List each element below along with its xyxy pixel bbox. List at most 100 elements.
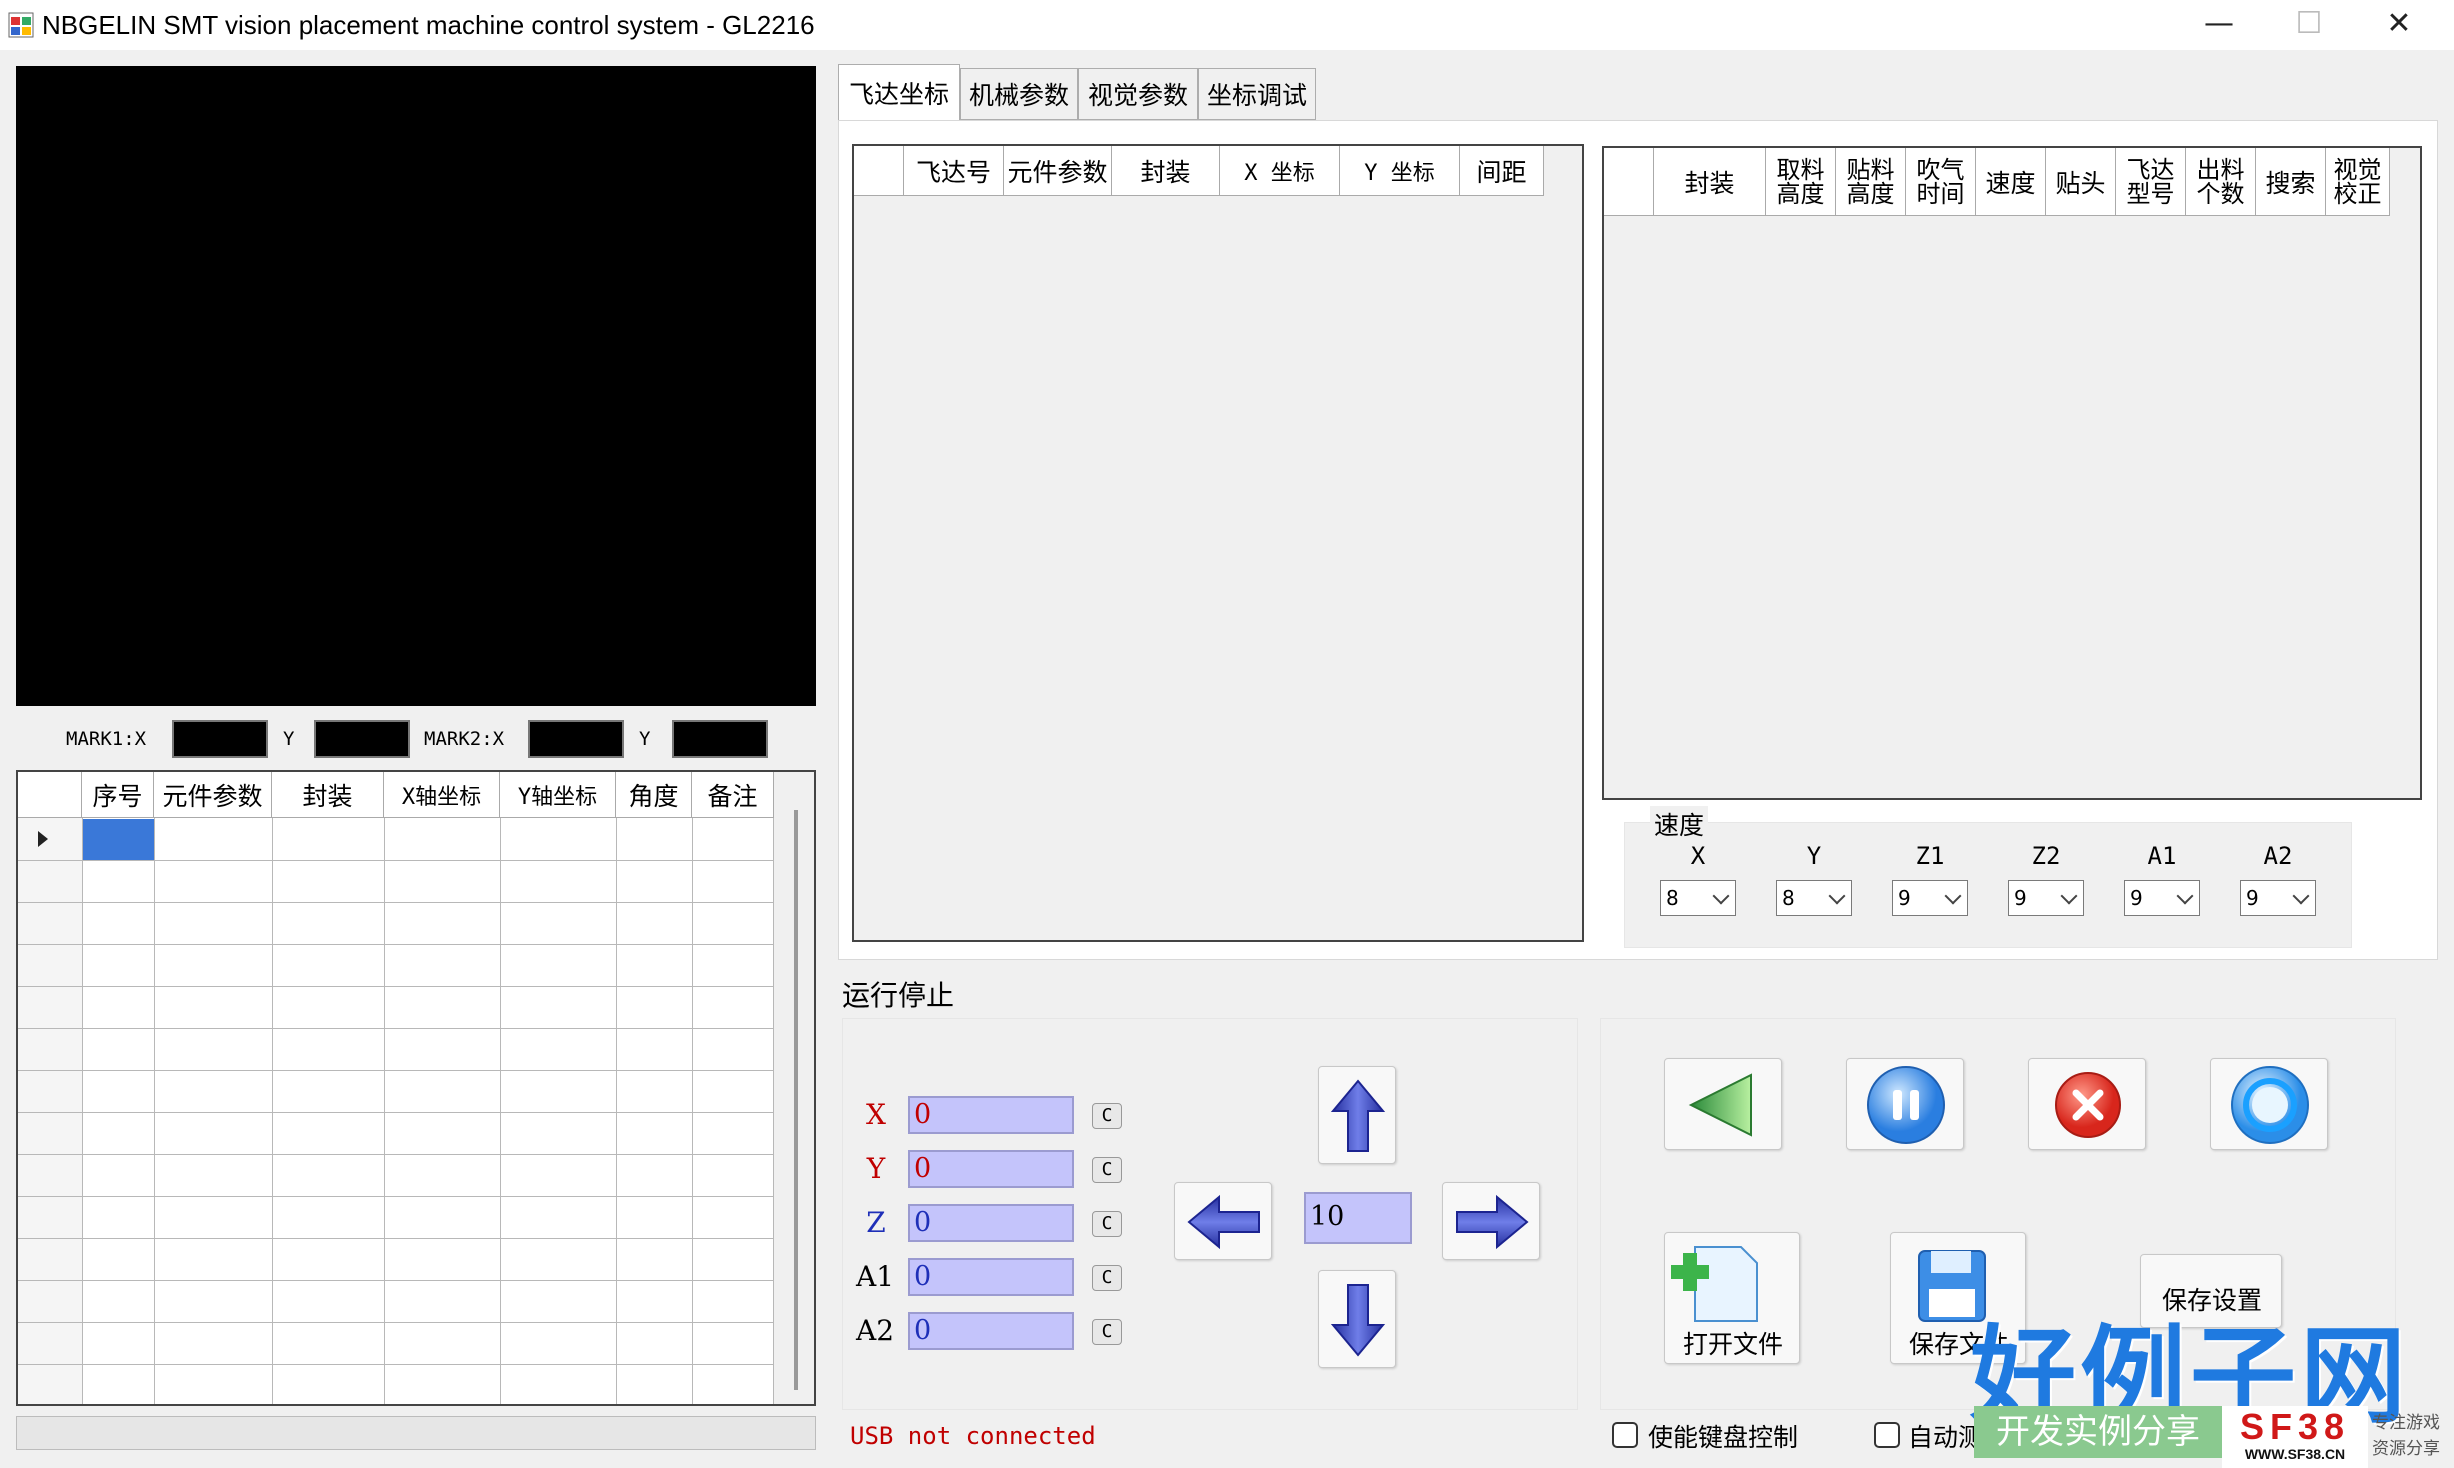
column-header[interactable]: Y 坐标 bbox=[1340, 146, 1460, 196]
jog-right-button[interactable] bbox=[1442, 1182, 1540, 1260]
clear-a1-button[interactable]: C bbox=[1092, 1265, 1122, 1291]
param-table-header: 封装 取料 高度 贴料 高度 吹气 时间 速度 贴头 飞达 型号 出料 个数 搜… bbox=[1604, 148, 2390, 216]
column-header[interactable]: 视觉 校正 bbox=[2326, 148, 2390, 216]
column-header[interactable]: 取料 高度 bbox=[1766, 148, 1836, 216]
home-button[interactable] bbox=[2210, 1058, 2328, 1150]
auto-checkbox[interactable] bbox=[1874, 1422, 1900, 1448]
camera-view bbox=[16, 66, 816, 706]
minimize-button[interactable]: — bbox=[2184, 0, 2254, 50]
column-header[interactable]: 出料 个数 bbox=[2186, 148, 2256, 216]
speed-z1-select[interactable]: 9 bbox=[1892, 880, 1968, 916]
column-header[interactable]: 飞达号 bbox=[904, 146, 1004, 196]
tab-vision-params[interactable]: 视觉参数 bbox=[1078, 68, 1198, 120]
speed-x-value: 8 bbox=[1666, 886, 1679, 910]
watermark-side2: 资源分享 bbox=[2372, 1439, 2440, 1459]
column-header[interactable]: 序号 bbox=[82, 772, 154, 818]
watermark-sub: 开发实例分享 bbox=[1974, 1406, 2222, 1458]
tab-coordinate-debug[interactable]: 坐标调试 bbox=[1198, 68, 1316, 120]
arrow-down-icon bbox=[1330, 1284, 1386, 1357]
jog-left-button[interactable] bbox=[1174, 1182, 1272, 1260]
column-header[interactable]: 搜索 bbox=[2256, 148, 2326, 216]
speed-a2-value: 9 bbox=[2246, 886, 2259, 910]
column-header[interactable]: 封装 bbox=[1112, 146, 1220, 196]
speed-a2-select[interactable]: 9 bbox=[2240, 880, 2316, 916]
column-header[interactable]: X轴坐标 bbox=[384, 772, 500, 818]
open-file-button[interactable]: 打开文件 bbox=[1664, 1232, 1800, 1364]
vertical-scrollbar[interactable] bbox=[794, 810, 798, 1390]
column-header[interactable]: Y轴坐标 bbox=[500, 772, 616, 818]
clear-z-button[interactable]: C bbox=[1092, 1211, 1122, 1237]
stop-button[interactable] bbox=[2028, 1058, 2146, 1150]
column-header[interactable]: 备注 bbox=[692, 772, 774, 818]
mark2-y-field[interactable] bbox=[672, 720, 768, 758]
axis-a2-input[interactable]: 0 bbox=[908, 1312, 1074, 1350]
clear-a2-button[interactable]: C bbox=[1092, 1319, 1122, 1345]
axis-x-label: X bbox=[866, 1098, 886, 1131]
column-header[interactable]: 飞达 型号 bbox=[2116, 148, 2186, 216]
mark1-x-label: MARK1:X bbox=[66, 728, 147, 750]
row-header-corner bbox=[18, 772, 82, 818]
keyboard-control-checkbox[interactable] bbox=[1612, 1422, 1638, 1448]
progress-bar bbox=[16, 1416, 816, 1450]
arrow-left-icon bbox=[1187, 1194, 1260, 1250]
close-window-button[interactable]: ✕ bbox=[2364, 0, 2434, 50]
open-file-label: 打开文件 bbox=[1682, 1330, 1783, 1359]
tab-mechanical-params[interactable]: 机械参数 bbox=[960, 68, 1078, 120]
column-header[interactable]: 吹气 时间 bbox=[1906, 148, 1976, 216]
axis-z-input[interactable]: 0 bbox=[908, 1204, 1074, 1242]
back-button[interactable] bbox=[1664, 1058, 1782, 1150]
pause-icon bbox=[1867, 1066, 1945, 1144]
column-header[interactable]: 间距 bbox=[1460, 146, 1544, 196]
speed-a1-select[interactable]: 9 bbox=[2124, 880, 2200, 916]
jog-up-button[interactable] bbox=[1318, 1066, 1396, 1164]
column-header[interactable]: 角度 bbox=[616, 772, 692, 818]
package-params-table[interactable]: 封装 取料 高度 贴料 高度 吹气 时间 速度 贴头 飞达 型号 出料 个数 搜… bbox=[1602, 146, 2422, 800]
run-stop-label: 运行停止 bbox=[842, 979, 955, 1012]
axis-y-label: Y bbox=[866, 1152, 886, 1185]
speed-y-select[interactable]: 8 bbox=[1776, 880, 1852, 916]
axis-x-input[interactable]: 0 bbox=[908, 1096, 1074, 1134]
axis-y-input[interactable]: 0 bbox=[908, 1150, 1074, 1188]
feeder-table[interactable]: 飞达号 元件参数 封装 X 坐标 Y 坐标 间距 bbox=[852, 144, 1584, 942]
chevron-down-icon bbox=[2292, 887, 2310, 905]
column-header[interactable]: 贴料 高度 bbox=[1836, 148, 1906, 216]
column-header[interactable]: 元件参数 bbox=[1004, 146, 1112, 196]
column-header[interactable]: 速度 bbox=[1976, 148, 2046, 216]
mark1-x-field[interactable] bbox=[172, 720, 268, 758]
placement-table[interactable]: 序号 元件参数 封装 X轴坐标 Y轴坐标 角度 备注 bbox=[16, 770, 816, 1406]
chevron-down-icon bbox=[2060, 887, 2078, 905]
mark2-y-label: Y bbox=[639, 728, 651, 750]
placement-table-body[interactable] bbox=[18, 818, 774, 1404]
jog-down-button[interactable] bbox=[1318, 1270, 1396, 1368]
column-header[interactable]: X 坐标 bbox=[1220, 146, 1340, 196]
clear-x-button[interactable]: C bbox=[1092, 1103, 1122, 1129]
column-header[interactable]: 封装 bbox=[272, 772, 384, 818]
maximize-button[interactable]: ☐ bbox=[2274, 0, 2344, 50]
axis-a1-label: A1 bbox=[855, 1260, 895, 1293]
column-header[interactable]: 封装 bbox=[1654, 148, 1766, 216]
speed-z1-value: 9 bbox=[1898, 886, 1911, 910]
mark1-y-label: Y bbox=[283, 728, 295, 750]
mark1-y-field[interactable] bbox=[314, 720, 410, 758]
mark2-x-field[interactable] bbox=[528, 720, 624, 758]
keyboard-control-label: 使能键盘控制 bbox=[1648, 1423, 1799, 1452]
pause-button[interactable] bbox=[1846, 1058, 1964, 1150]
speed-x-select[interactable]: 8 bbox=[1660, 880, 1736, 916]
chevron-down-icon bbox=[1944, 887, 1962, 905]
play-back-icon bbox=[1688, 1073, 1752, 1137]
arrow-right-icon bbox=[1456, 1194, 1529, 1250]
column-header[interactable]: 元件参数 bbox=[154, 772, 272, 818]
speed-z2-select[interactable]: 9 bbox=[2008, 880, 2084, 916]
column-header[interactable]: 贴头 bbox=[2046, 148, 2116, 216]
row-header-corner bbox=[1604, 148, 1654, 216]
tab-feeder-coordinates[interactable]: 飞达坐标 bbox=[838, 64, 960, 120]
clear-y-button[interactable]: C bbox=[1092, 1157, 1122, 1183]
cancel-icon bbox=[2055, 1072, 2121, 1138]
speed-a1-value: 9 bbox=[2130, 886, 2143, 910]
speed-y-value: 8 bbox=[1782, 886, 1795, 910]
axis-z-label: Z bbox=[866, 1206, 886, 1239]
axis-a1-input[interactable]: 0 bbox=[908, 1258, 1074, 1296]
step-value-input[interactable]: 10 bbox=[1304, 1192, 1412, 1244]
placement-table-header: 序号 元件参数 封装 X轴坐标 Y轴坐标 角度 备注 bbox=[18, 772, 774, 818]
arrow-up-icon bbox=[1330, 1079, 1386, 1152]
